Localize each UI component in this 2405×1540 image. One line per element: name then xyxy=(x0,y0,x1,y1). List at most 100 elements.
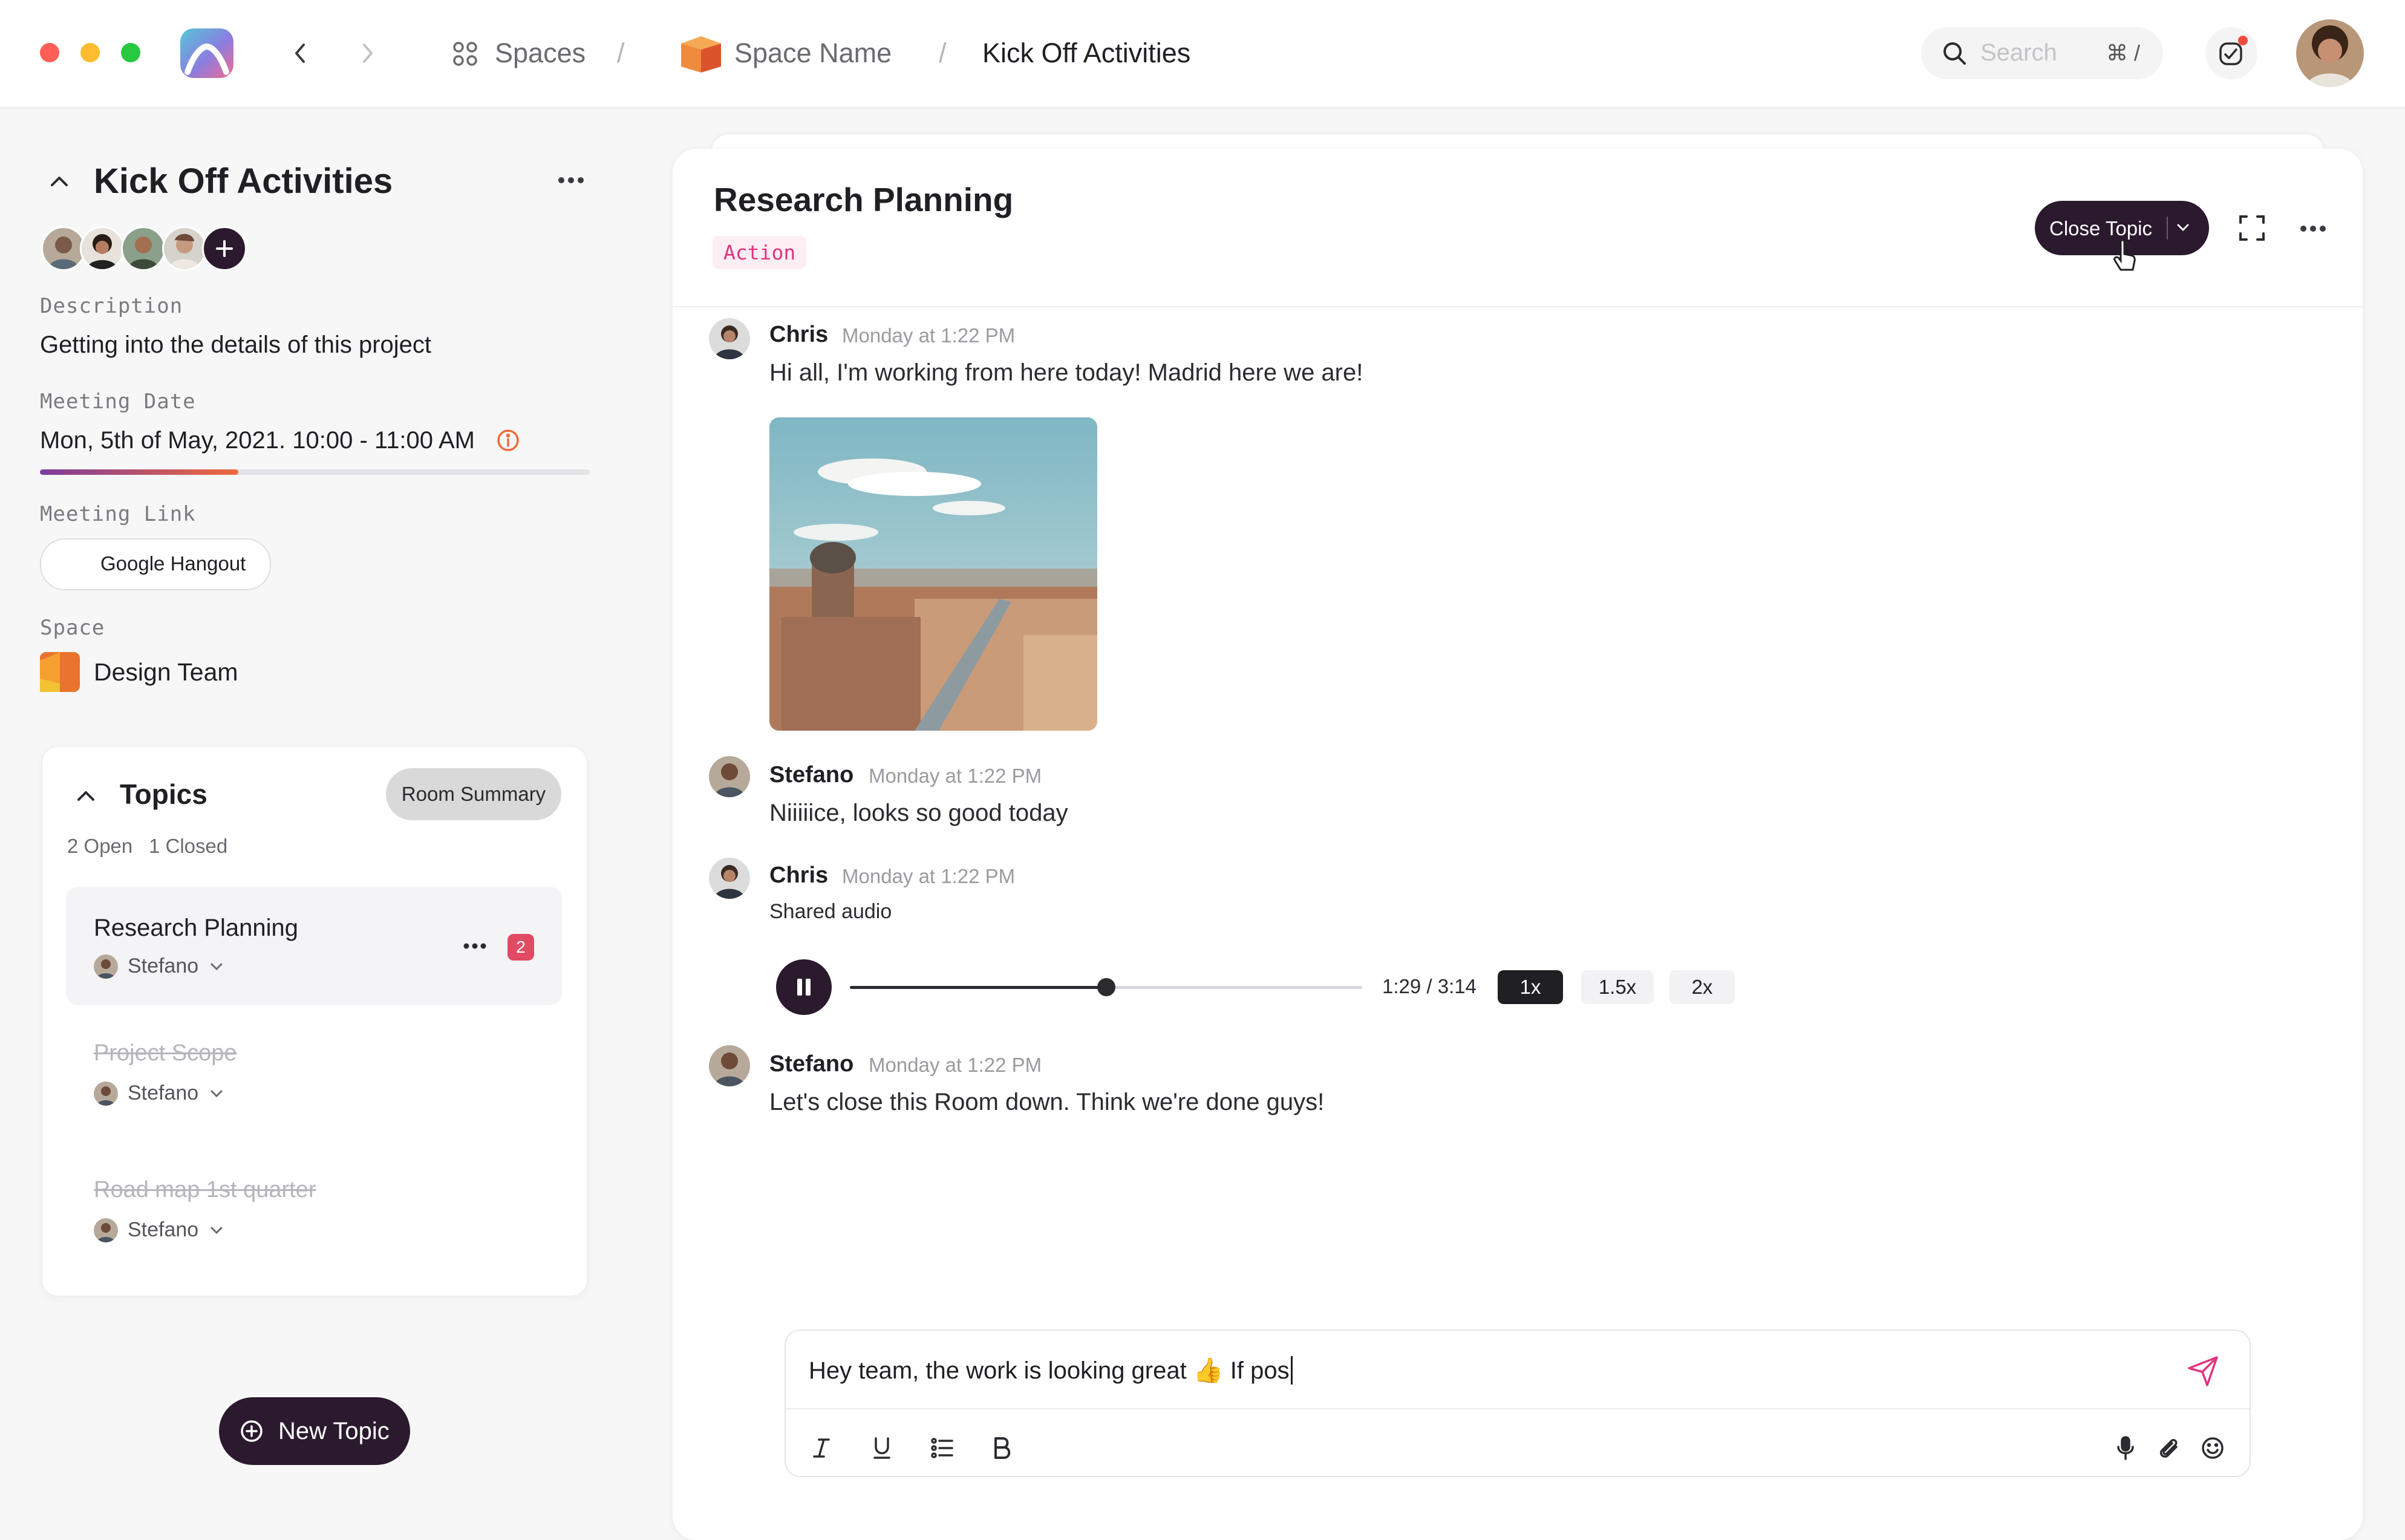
search-shortcut: ⌘ / xyxy=(2106,41,2141,65)
unread-badge: 2 xyxy=(507,934,534,961)
shared-photo-madrid[interactable] xyxy=(769,417,1097,731)
paperclip-icon[interactable] xyxy=(2151,1430,2187,1466)
top-bar: Spaces / Space Name / Kick Off Activitie… xyxy=(0,0,2405,108)
message-time: Monday at 1:22 PM xyxy=(869,765,1042,787)
topic-title-road-map[interactable]: Road map 1st quarter xyxy=(94,1177,316,1203)
topic-title: Research Planning xyxy=(94,915,298,941)
breadcrumb-spaces[interactable]: Spaces xyxy=(495,35,586,71)
grid-icon xyxy=(452,41,478,67)
close-topic-label: Close Topic xyxy=(2049,217,2152,240)
message-text: Niiiiice, looks so good today xyxy=(769,800,1068,826)
owner-avatar xyxy=(94,1082,118,1106)
chevron-down-icon[interactable] xyxy=(2175,221,2191,233)
header-divider xyxy=(673,306,2363,307)
list-icon[interactable] xyxy=(924,1430,961,1466)
member-avatar[interactable] xyxy=(41,226,86,271)
speed-1x-button[interactable]: 1x xyxy=(1498,970,1563,1004)
message-text: Shared audio xyxy=(769,900,892,923)
message-author[interactable]: Chris xyxy=(769,863,828,889)
info-icon[interactable] xyxy=(496,428,520,452)
breadcrumb-separator-2: / xyxy=(939,38,947,68)
topic-title-project-scope[interactable]: Project Scope xyxy=(94,1040,237,1066)
add-member-button[interactable] xyxy=(202,226,247,271)
chris-avatar[interactable] xyxy=(709,858,750,899)
meeting-date: Mon, 5th of May, 2021. 10:00 - 11:00 AM xyxy=(40,427,475,454)
topic-item-research-planning[interactable]: Research Planning Stefano 2 xyxy=(66,887,562,1005)
meeting-link-button[interactable]: Google Hangout xyxy=(40,538,271,590)
new-topic-button[interactable]: New Topic xyxy=(219,1397,410,1465)
topic-more-icon[interactable] xyxy=(2299,224,2328,233)
search-input[interactable]: Search ⌘ / xyxy=(1921,27,2163,79)
owner-avatar xyxy=(94,954,118,979)
underline-icon[interactable] xyxy=(864,1430,900,1466)
topic-owner[interactable]: Stefano xyxy=(128,954,198,978)
room-title: Kick Off Activities xyxy=(94,162,393,201)
speed-2x-button[interactable]: 2x xyxy=(1669,970,1735,1004)
topic-title: Project Scope xyxy=(94,1040,237,1066)
member-avatar[interactable] xyxy=(121,226,166,271)
space-cube-icon xyxy=(680,35,722,74)
message-text: Let's close this Room down. Think we're … xyxy=(769,1089,1325,1115)
emoji-icon[interactable] xyxy=(2195,1430,2231,1466)
mic-icon[interactable] xyxy=(2107,1430,2144,1466)
collapse-room-icon[interactable] xyxy=(47,171,71,192)
chevron-down-icon[interactable] xyxy=(209,1224,224,1236)
speed-1-5x-button[interactable]: 1.5x xyxy=(1581,970,1654,1004)
audio-track[interactable] xyxy=(850,978,1362,996)
room-summary-label: Room Summary xyxy=(401,783,546,805)
zoom-window-button[interactable] xyxy=(121,43,140,62)
stefano-avatar[interactable] xyxy=(709,1045,750,1086)
close-window-button[interactable] xyxy=(40,43,59,62)
cursor-pointer-icon xyxy=(2112,240,2138,276)
breadcrumb-space-name[interactable]: Space Name xyxy=(734,35,892,71)
forward-arrow-icon[interactable] xyxy=(357,41,377,65)
message-author[interactable]: Chris xyxy=(769,322,828,348)
audio-time: 1:29 / 3:14 xyxy=(1382,975,1477,997)
expand-icon[interactable] xyxy=(2238,214,2266,242)
space-name[interactable]: Design Team xyxy=(94,658,238,687)
composer-divider xyxy=(786,1408,2250,1409)
member-avatar[interactable] xyxy=(162,226,207,271)
new-topic-label: New Topic xyxy=(278,1418,390,1444)
italic-icon[interactable] xyxy=(803,1430,840,1466)
chevron-down-icon[interactable] xyxy=(209,961,224,973)
collapse-topics-icon[interactable] xyxy=(74,785,98,807)
space-label: Space xyxy=(40,616,105,640)
action-tag: Action xyxy=(713,236,807,269)
bold-icon[interactable] xyxy=(984,1430,1020,1466)
pause-icon xyxy=(794,977,814,997)
topic-owner[interactable]: Stefano xyxy=(128,1218,198,1242)
meeting-link-label-text: Google Hangout xyxy=(100,552,246,575)
notification-button[interactable] xyxy=(2205,27,2257,79)
closed-count: 1 Closed xyxy=(149,835,228,857)
member-avatar[interactable] xyxy=(80,226,125,271)
audio-scrubber-handle[interactable] xyxy=(1097,978,1115,996)
minimize-window-button[interactable] xyxy=(80,43,100,62)
user-avatar[interactable] xyxy=(2296,19,2364,87)
search-placeholder: Search xyxy=(1980,39,2057,66)
room-more-icon[interactable] xyxy=(556,175,586,185)
breadcrumb-separator: / xyxy=(617,38,625,68)
topic-more-icon[interactable] xyxy=(463,942,487,950)
search-icon xyxy=(1942,41,1967,66)
breadcrumb-current: Kick Off Activities xyxy=(982,38,1191,68)
plus-icon xyxy=(214,238,235,259)
send-icon[interactable] xyxy=(2187,1354,2221,1388)
message-author[interactable]: Stefano xyxy=(769,762,853,788)
meeting-link-label: Meeting Link xyxy=(40,502,196,526)
room-summary-button[interactable]: Room Summary xyxy=(386,768,561,820)
app-logo[interactable] xyxy=(179,27,235,79)
stefano-avatar[interactable] xyxy=(709,756,750,797)
chevron-down-icon[interactable] xyxy=(209,1088,224,1100)
message-author[interactable]: Stefano xyxy=(769,1051,853,1077)
description-label: Description xyxy=(40,294,183,318)
topics-title: Topics xyxy=(120,778,207,810)
pause-button[interactable] xyxy=(776,959,832,1015)
message-time: Monday at 1:22 PM xyxy=(842,324,1016,347)
topic-owner[interactable]: Stefano xyxy=(128,1082,198,1105)
button-divider xyxy=(2167,217,2168,240)
message-time: Monday at 1:22 PM xyxy=(869,1054,1042,1076)
chris-avatar[interactable] xyxy=(709,318,750,359)
message-input[interactable]: Hey team, the work is looking great 👍 If… xyxy=(809,1356,1293,1385)
back-arrow-icon[interactable] xyxy=(290,41,311,65)
